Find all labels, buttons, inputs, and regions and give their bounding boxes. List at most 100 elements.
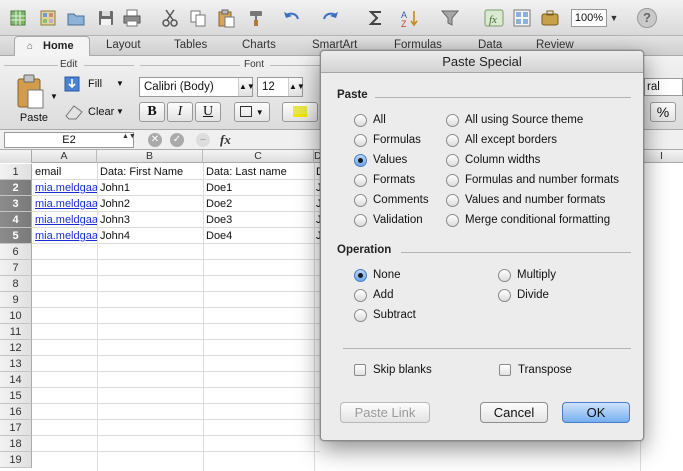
row-header[interactable]: 6 <box>0 244 32 260</box>
radio-paste-merge-conditional[interactable] <box>446 214 459 227</box>
select-all-corner[interactable] <box>0 150 32 163</box>
percent-style-button[interactable]: % <box>650 102 676 122</box>
new-workbook-icon[interactable] <box>8 8 28 28</box>
cell-b1[interactable]: Data: First Name <box>97 164 203 180</box>
cell-b3[interactable]: John2 <box>97 196 203 212</box>
cell-c2[interactable]: Doe1 <box>203 180 314 196</box>
copy-icon[interactable] <box>188 8 208 28</box>
row-header[interactable]: 8 <box>0 276 32 292</box>
tab-layout[interactable]: Layout <box>106 39 141 51</box>
row-header[interactable]: 3 <box>0 196 32 212</box>
paste-link-button[interactable]: Paste Link <box>340 402 430 423</box>
radio-paste-all-except-borders[interactable] <box>446 134 459 147</box>
row-header[interactable]: 12 <box>0 340 32 356</box>
radio-paste-values-number-formats[interactable] <box>446 194 459 207</box>
gallery-icon[interactable] <box>512 8 532 28</box>
font-size-combo[interactable]: 12 ▲▼ <box>257 77 305 97</box>
radio-operation-none[interactable] <box>354 269 367 282</box>
row-header[interactable]: 19 <box>0 452 32 468</box>
number-format-combo[interactable]: ral <box>644 78 683 96</box>
radio-paste-validation[interactable] <box>354 214 367 227</box>
cancel-button[interactable]: Cancel <box>480 402 548 423</box>
bold-button[interactable]: B <box>139 102 165 122</box>
paste-icon[interactable] <box>216 8 236 28</box>
row-header[interactable]: 2 <box>0 180 32 196</box>
cell-b5[interactable]: John4 <box>97 228 203 244</box>
radio-paste-formulas-number-formats[interactable] <box>446 174 459 187</box>
zoom-dropdown-icon[interactable]: ▼ <box>608 9 620 27</box>
radio-paste-formulas[interactable] <box>354 134 367 147</box>
undo-icon[interactable] <box>282 8 302 28</box>
radio-paste-formats[interactable] <box>354 174 367 187</box>
cell-c1[interactable]: Data: Last name <box>203 164 314 180</box>
tab-home[interactable]: ⌂ Home <box>14 36 90 57</box>
cell-c5[interactable]: Doe4 <box>203 228 314 244</box>
radio-paste-all-source-theme[interactable] <box>446 114 459 127</box>
row-header[interactable]: 1 <box>0 164 32 180</box>
radio-operation-add[interactable] <box>354 289 367 302</box>
tab-tables[interactable]: Tables <box>174 39 207 51</box>
skip-blanks-checkbox[interactable] <box>354 364 366 376</box>
row-header[interactable]: 5 <box>0 228 32 244</box>
column-header-a[interactable]: A <box>32 150 97 163</box>
transpose-checkbox[interactable] <box>499 364 511 376</box>
templates-icon[interactable] <box>38 8 58 28</box>
clear-entry-icon[interactable]: – <box>196 133 210 147</box>
name-box[interactable]: E2 <box>4 132 134 148</box>
row-header[interactable]: 15 <box>0 388 32 404</box>
radio-operation-multiply[interactable] <box>498 269 511 282</box>
radio-operation-divide[interactable] <box>498 289 511 302</box>
row-header[interactable]: 11 <box>0 324 32 340</box>
redo-icon[interactable] <box>320 8 340 28</box>
cell-b4[interactable]: John3 <box>97 212 203 228</box>
paste-dropdown-icon[interactable]: ▼ <box>50 92 58 101</box>
italic-button[interactable]: I <box>167 102 193 122</box>
cancel-entry-icon[interactable]: ✕ <box>148 133 162 147</box>
row-header[interactable]: 16 <box>0 404 32 420</box>
open-icon[interactable] <box>66 8 86 28</box>
column-header-i[interactable]: I <box>640 150 683 163</box>
row-header[interactable]: 18 <box>0 436 32 452</box>
confirm-entry-icon[interactable]: ✓ <box>170 133 184 147</box>
underline-button[interactable]: U <box>195 102 221 122</box>
tab-charts[interactable]: Charts <box>242 39 276 51</box>
row-header[interactable]: 17 <box>0 420 32 436</box>
cell-c3[interactable]: Doe2 <box>203 196 314 212</box>
row-header[interactable]: 4 <box>0 212 32 228</box>
cell-a2[interactable]: mia.meldgaa <box>32 180 97 196</box>
insert-function-icon[interactable]: fx <box>220 132 231 148</box>
fill-color-button[interactable] <box>282 102 318 122</box>
toolbox-icon[interactable] <box>540 8 560 28</box>
cell-a3[interactable]: mia.meldgaa <box>32 196 97 212</box>
paste-button[interactable]: ▼ Paste <box>10 72 58 128</box>
filter-icon[interactable] <box>440 8 460 28</box>
radio-paste-column-widths[interactable] <box>446 154 459 167</box>
row-header[interactable]: 14 <box>0 372 32 388</box>
borders-button[interactable]: ▼ <box>234 102 270 122</box>
cell-a4[interactable]: mia.meldgaa <box>32 212 97 228</box>
cell-c4[interactable]: Doe3 <box>203 212 314 228</box>
autosum-icon[interactable] <box>366 8 386 28</box>
ok-button[interactable]: OK <box>562 402 630 423</box>
format-painter-icon[interactable] <box>246 8 266 28</box>
column-header-c[interactable]: C <box>203 150 314 163</box>
row-header[interactable]: 9 <box>0 292 32 308</box>
sort-icon[interactable]: AZ <box>400 8 420 28</box>
cell-a5[interactable]: mia.meldgaa <box>32 228 97 244</box>
column-header-b[interactable]: B <box>97 150 203 163</box>
radio-paste-values[interactable] <box>354 154 367 167</box>
name-box-dropdown-icon[interactable]: ▲▼ <box>122 133 136 140</box>
row-header[interactable]: 10 <box>0 308 32 324</box>
save-icon[interactable] <box>96 8 116 28</box>
row-header[interactable]: 13 <box>0 356 32 372</box>
font-name-combo[interactable]: Calibri (Body) ▲▼ <box>139 77 255 97</box>
function-icon[interactable]: fx <box>484 8 504 28</box>
print-icon[interactable] <box>122 8 142 28</box>
cell-b2[interactable]: John1 <box>97 180 203 196</box>
radio-paste-comments[interactable] <box>354 194 367 207</box>
radio-paste-all[interactable] <box>354 114 367 127</box>
row-header[interactable]: 7 <box>0 260 32 276</box>
cell-a1[interactable]: email <box>32 164 97 180</box>
radio-operation-subtract[interactable] <box>354 309 367 322</box>
cut-icon[interactable] <box>160 8 180 28</box>
